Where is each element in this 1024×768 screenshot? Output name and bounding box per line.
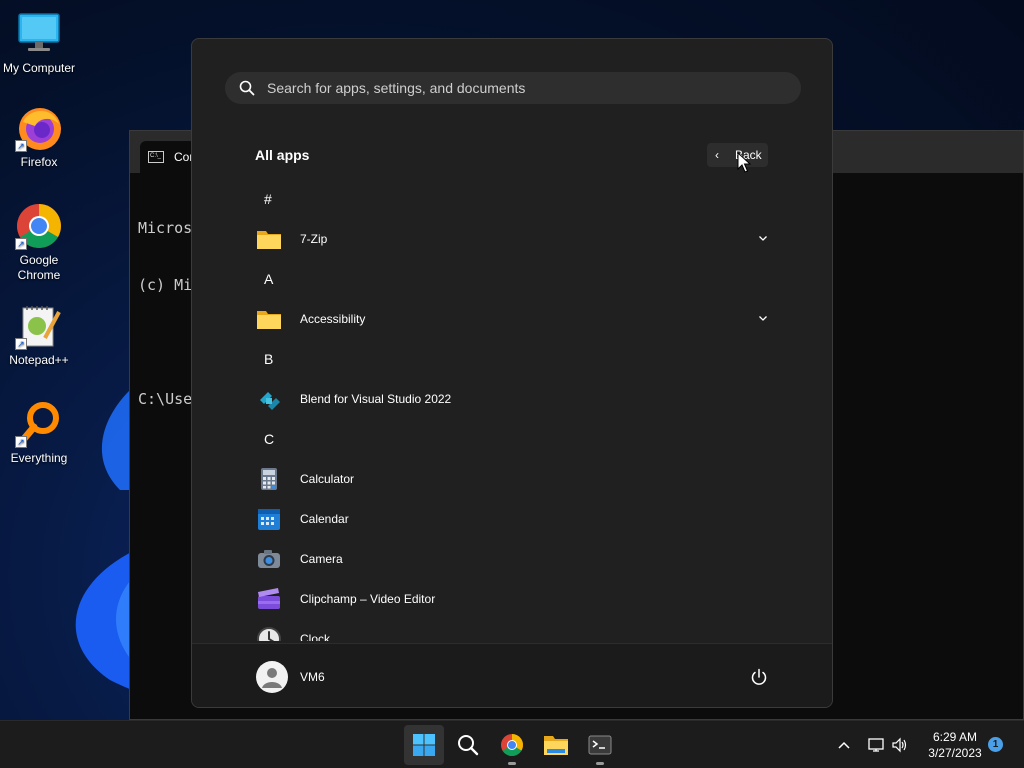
app-item-accessibility[interactable]: Accessibility xyxy=(192,299,832,339)
desktop-icon-label: Firefox xyxy=(20,155,58,169)
shortcut-arrow-icon: ↗ xyxy=(15,436,27,448)
running-indicator xyxy=(596,762,604,765)
start-menu: All apps ‹ Back # 7-Zip A Access xyxy=(191,38,833,708)
chrome-icon xyxy=(501,734,523,756)
power-icon[interactable] xyxy=(750,668,768,686)
app-item-clock[interactable]: Clock xyxy=(192,619,832,641)
app-name: Camera xyxy=(300,552,343,566)
app-name: Calendar xyxy=(300,512,349,526)
desktop-icon-label: Google Chrome xyxy=(17,253,61,282)
app-name: Blend for Visual Studio 2022 xyxy=(300,392,452,406)
letter-header-hash[interactable]: # xyxy=(192,179,832,219)
shortcut-arrow-icon: ↗ xyxy=(15,338,27,350)
search-icon xyxy=(458,735,479,756)
notification-badge[interactable]: 1 xyxy=(988,737,1003,752)
folder-icon xyxy=(257,231,281,249)
letter-header-label: # xyxy=(264,191,272,207)
calendar-icon xyxy=(258,509,280,530)
terminal-line: Micros xyxy=(138,219,193,237)
desktop-icon-label: Everything xyxy=(10,451,68,465)
terminal-line: (c) Mi xyxy=(138,276,193,294)
clock-date: 3/27/2023 xyxy=(928,746,982,760)
app-name: Accessibility xyxy=(300,312,366,326)
clipchamp-icon xyxy=(258,588,280,609)
desktop-icon-my-computer[interactable]: My Computer xyxy=(0,10,78,76)
search-icon xyxy=(239,80,255,96)
app-name: Clock xyxy=(300,632,331,641)
start-footer: VM6 xyxy=(192,643,832,707)
app-item-blend[interactable]: Blend for Visual Studio 2022 xyxy=(192,379,832,419)
app-item-calculator[interactable]: Calculator xyxy=(192,459,832,499)
blend-icon xyxy=(260,392,280,410)
magnifier-icon: ↗ xyxy=(15,400,63,448)
terminal-line: ​ xyxy=(138,333,192,352)
desktop-icon-label: My Computer xyxy=(2,61,76,75)
all-apps-list[interactable]: # 7-Zip A Accessibility B Blend for Visu… xyxy=(192,179,832,641)
calculator-icon xyxy=(261,468,277,490)
monitor-icon xyxy=(15,10,63,58)
start-search-input[interactable] xyxy=(267,80,747,96)
shortcut-arrow-icon: ↗ xyxy=(15,140,27,152)
start-button[interactable] xyxy=(404,725,444,765)
start-search-box[interactable] xyxy=(225,72,801,104)
desktop-icon-firefox[interactable]: ↗ Firefox xyxy=(0,104,78,170)
letter-header-label: B xyxy=(264,351,274,367)
chevron-up-icon[interactable] xyxy=(834,735,854,755)
avatar[interactable] xyxy=(256,661,288,693)
network-icon[interactable] xyxy=(866,735,886,755)
desktop-icon-label: Notepad++ xyxy=(9,353,69,367)
chrome-icon: ↗ xyxy=(15,202,63,250)
terminal-line: C:\Use xyxy=(138,390,193,408)
chevron-down-icon[interactable] xyxy=(758,313,768,323)
taskbar-file-explorer-button[interactable] xyxy=(536,725,576,765)
letter-header-label: C xyxy=(264,431,275,447)
camera-icon xyxy=(258,550,280,568)
shortcut-arrow-icon: ↗ xyxy=(15,238,27,250)
letter-header-b[interactable]: B xyxy=(192,339,832,379)
all-apps-title: All apps xyxy=(255,147,310,163)
desktop-icon-chrome[interactable]: ↗ Google Chrome xyxy=(0,202,78,283)
taskbar: 6:29 AM 3/27/2023 1 xyxy=(0,720,1024,768)
clock-time: 6:29 AM xyxy=(932,730,978,744)
app-name: Clipchamp – Video Editor xyxy=(300,592,436,606)
terminal-icon xyxy=(588,735,612,755)
desktop-icon-everything[interactable]: ↗ Everything xyxy=(0,400,78,466)
file-explorer-icon xyxy=(544,736,568,755)
desktop-icon-notepadpp[interactable]: ↗ Notepad++ xyxy=(0,302,78,368)
letter-header-label: A xyxy=(264,271,274,287)
clock-icon xyxy=(257,627,281,641)
user-icon xyxy=(262,668,282,688)
running-indicator xyxy=(508,762,516,765)
letter-header-a[interactable]: A xyxy=(192,259,832,299)
taskbar-terminal-button[interactable] xyxy=(580,725,620,765)
app-item-clipchamp[interactable]: Clipchamp – Video Editor xyxy=(192,579,832,619)
folder-icon xyxy=(257,311,281,329)
mouse-cursor-icon xyxy=(737,152,751,173)
user-name[interactable]: VM6 xyxy=(300,670,325,684)
cmd-icon: C:\_ xyxy=(148,151,164,163)
start-icon xyxy=(413,734,435,756)
terminal-output[interactable]: Micros (c) Mi ​ C:\Use xyxy=(138,181,192,447)
app-name: 7-Zip xyxy=(300,232,328,246)
notepadpp-icon: ↗ xyxy=(15,302,63,350)
app-item-calendar[interactable]: Calendar xyxy=(192,499,832,539)
app-name: Calculator xyxy=(300,472,355,486)
app-item-camera[interactable]: Camera xyxy=(192,539,832,579)
letter-header-c[interactable]: C xyxy=(192,419,832,459)
firefox-icon: ↗ xyxy=(15,104,63,152)
chevron-left-icon: ‹ xyxy=(715,148,719,162)
volume-icon[interactable] xyxy=(890,735,910,755)
taskbar-chrome-button[interactable] xyxy=(492,725,532,765)
taskbar-clock[interactable]: 6:29 AM 3/27/2023 xyxy=(920,729,990,761)
chevron-down-icon[interactable] xyxy=(758,233,768,243)
taskbar-search-button[interactable] xyxy=(448,725,488,765)
app-item-7zip[interactable]: 7-Zip xyxy=(192,219,832,259)
